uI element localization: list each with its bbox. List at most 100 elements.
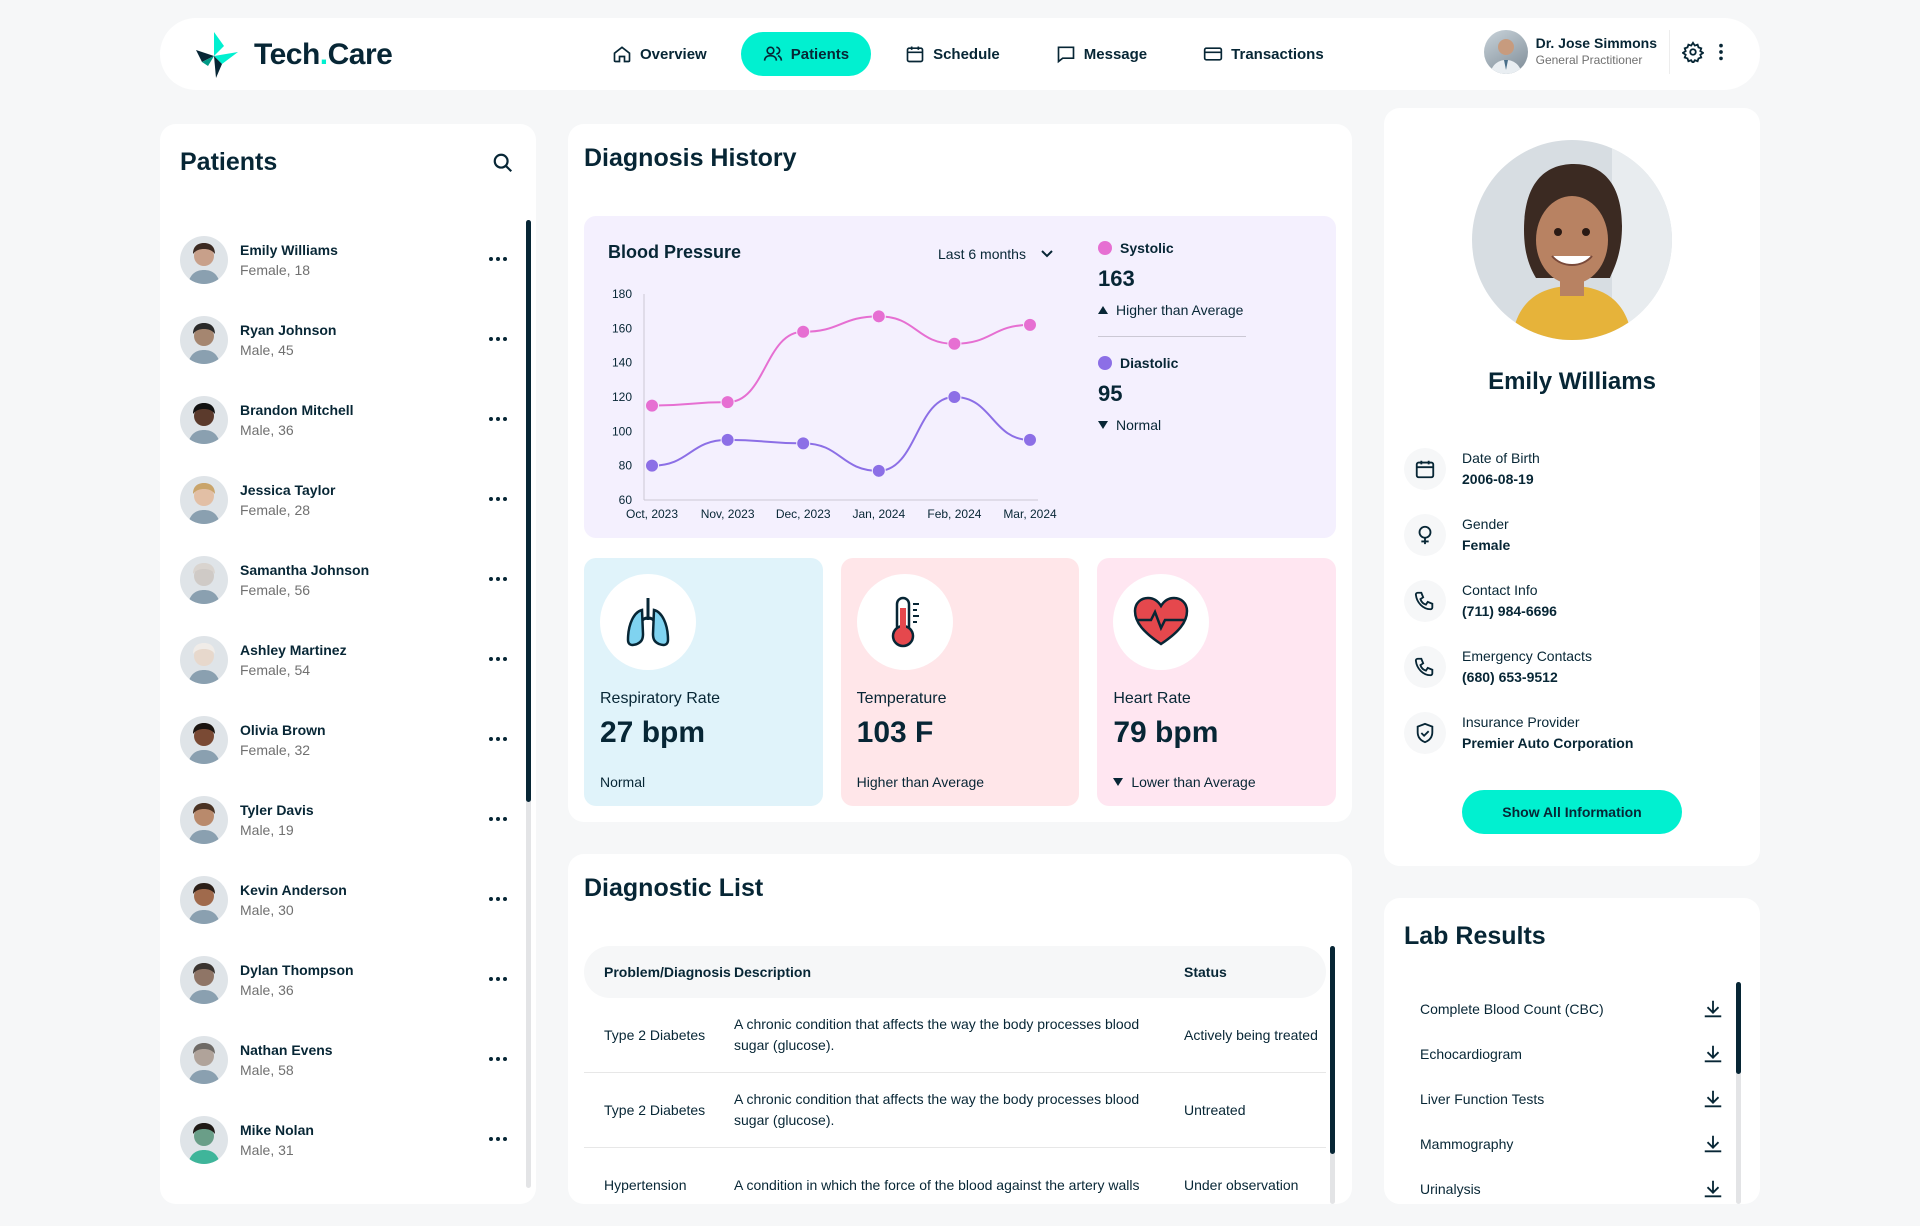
female-icon: [1418, 525, 1432, 545]
more-horizontal-icon[interactable]: [488, 409, 508, 429]
doctor-name: Dr. Jose Simmons: [1535, 35, 1657, 51]
data-point-systolic: [645, 398, 659, 413]
data-point-systolic: [720, 395, 735, 410]
lab-scrollbar[interactable]: [1736, 982, 1741, 1204]
nav-patients[interactable]: Patients: [740, 32, 872, 76]
cell-description: A condition in which the force of the bl…: [734, 1176, 1140, 1193]
download-icon[interactable]: [1702, 1088, 1724, 1110]
download-icon[interactable]: [1702, 1178, 1724, 1200]
patient-detail: Female, 56: [240, 582, 311, 598]
more-horizontal-icon[interactable]: [488, 489, 508, 509]
patients-scrollbar[interactable]: [526, 220, 531, 1188]
lab-results-list: Complete Blood Count (CBC) Echocardiogram…: [1404, 986, 1724, 1204]
diastolic-note: Normal: [1098, 417, 1246, 433]
vital-icon-circle: [856, 574, 953, 670]
series-line-diastolic: [651, 395, 1031, 472]
detail-value: (680) 653-9512: [1462, 669, 1558, 685]
patient-list-item[interactable]: Nathan Evens Male, 58: [160, 1020, 536, 1100]
doctor-avatar[interactable]: [1483, 30, 1528, 74]
table-row[interactable]: Type 2 Diabetes A chronic condition that…: [584, 1073, 1326, 1148]
y-tick-label: 160: [612, 321, 632, 335]
y-tick-label: 140: [612, 356, 632, 370]
cell-problem: Type 2 Diabetes: [604, 1027, 706, 1043]
patient-details: Date of Birth 2006-08-19 Gender Female Con…: [1404, 436, 1633, 766]
chart-legend: Systolic 163 Higher than Average Diastol…: [1098, 240, 1246, 433]
patient-list-item[interactable]: Brandon Mitchell Male, 36: [160, 380, 536, 460]
logo[interactable]: Tech.Care: [192, 30, 393, 80]
lab-result-item[interactable]: Mammography: [1404, 1121, 1724, 1166]
table-header: Problem/Diagnosis Description Status: [584, 946, 1326, 998]
patient-list: Emily Williams Female, 18 Ryan Johnson Male…: [160, 220, 536, 1180]
download-icon[interactable]: [1702, 1043, 1724, 1065]
divider: [1098, 336, 1246, 337]
patient-list-item[interactable]: Tyler Davis Male, 19: [160, 780, 536, 860]
blood-pressure-card: Blood Pressure Last 6 months 60 80 100 120 1…: [584, 216, 1336, 538]
more-horizontal-icon[interactable]: [488, 249, 508, 269]
more-horizontal-icon[interactable]: [488, 729, 508, 749]
patient-list-item[interactable]: Mike Nolan Male, 31: [160, 1100, 536, 1180]
patient-avatar: [180, 1036, 228, 1084]
divider: [1669, 30, 1670, 74]
scrollbar-thumb[interactable]: [1330, 946, 1335, 1154]
lab-result-item[interactable]: Liver Function Tests: [1404, 1076, 1724, 1121]
patient-list-item[interactable]: Emily Williams Female, 18: [160, 220, 536, 300]
download-icon[interactable]: [1702, 1133, 1724, 1155]
more-horizontal-icon[interactable]: [488, 649, 508, 669]
scrollbar-thumb[interactable]: [1736, 982, 1741, 1074]
patient-avatar: [180, 236, 228, 284]
patient-avatar: [180, 396, 228, 444]
more-horizontal-icon[interactable]: [488, 329, 508, 349]
more-horizontal-icon[interactable]: [488, 1049, 508, 1069]
nav-overview[interactable]: Overview: [590, 32, 729, 76]
cell-status: Untreated: [1184, 1101, 1246, 1118]
more-horizontal-icon[interactable]: [488, 569, 508, 589]
show-all-information-button[interactable]: Show All Information: [1462, 790, 1682, 834]
more-horizontal-icon[interactable]: [488, 1129, 508, 1149]
vital-icon-circle: [1113, 574, 1210, 670]
arrow-down-icon: [1113, 778, 1124, 786]
patient-list-item[interactable]: Olivia Brown Female, 32: [160, 700, 536, 780]
lab-result-item[interactable]: Urinalysis: [1404, 1166, 1724, 1204]
lab-result-item[interactable]: Complete Blood Count (CBC): [1404, 986, 1724, 1031]
patient-list-item[interactable]: Samantha Johnson Female, 56: [160, 540, 536, 620]
diagnostic-scrollbar[interactable]: [1330, 946, 1335, 1204]
systolic-legend: Systolic: [1098, 240, 1246, 256]
diastolic-note-text: Normal: [1116, 417, 1162, 433]
gear-icon[interactable]: [1682, 41, 1704, 63]
more-horizontal-icon[interactable]: [488, 969, 508, 989]
arrow-up-icon: [1098, 306, 1108, 314]
more-horizontal-icon[interactable]: [488, 809, 508, 829]
patient-list-item[interactable]: Dylan Thompson Male, 36: [160, 940, 536, 1020]
thermometer-icon: [891, 596, 919, 648]
lab-result-label: Complete Blood Count (CBC): [1420, 1000, 1604, 1017]
patient-avatar: [180, 1116, 228, 1164]
search-icon[interactable]: [492, 152, 514, 174]
patient-list-item[interactable]: Jessica Taylor Female, 28: [160, 460, 536, 540]
download-icon[interactable]: [1702, 998, 1724, 1020]
phone-icon: [1414, 591, 1434, 611]
patients-panel: Patients Emily Williams Female, 18 Ryan Jo…: [160, 124, 536, 1204]
detail-label: Date of Birth: [1462, 450, 1540, 466]
patient-avatar: [180, 876, 228, 924]
lab-result-item[interactable]: Echocardiogram: [1404, 1031, 1724, 1076]
x-tick-label: Oct, 2023: [626, 507, 678, 521]
top-navbar: Tech.Care Overview Patients Schedule Mes…: [160, 18, 1760, 90]
x-tick-label: Dec, 2023: [776, 507, 831, 521]
patient-list-item[interactable]: Ashley Martinez Female, 54: [160, 620, 536, 700]
more-vertical-icon[interactable]: [1710, 41, 1732, 63]
lab-results-title: Lab Results: [1404, 922, 1546, 950]
scrollbar-thumb[interactable]: [526, 220, 531, 802]
lungs-icon: [626, 598, 670, 647]
nav-transactions[interactable]: Transactions: [1181, 32, 1346, 76]
table-row[interactable]: Hypertension A condition in which the fo…: [584, 1148, 1326, 1204]
patient-list-item[interactable]: Kevin Anderson Male, 30: [160, 860, 536, 940]
nav-schedule[interactable]: Schedule: [883, 32, 1022, 76]
doctor-info: Dr. Jose Simmons General Practitioner: [1536, 35, 1657, 69]
more-horizontal-icon[interactable]: [488, 889, 508, 909]
chevron-down-icon: [1041, 250, 1053, 258]
table-row[interactable]: Type 2 Diabetes A chronic condition that…: [584, 998, 1326, 1073]
nav-message[interactable]: Message: [1034, 32, 1169, 76]
patient-list-item[interactable]: Ryan Johnson Male, 45: [160, 300, 536, 380]
range-select[interactable]: Last 6 months: [938, 246, 1054, 262]
detail-label: Gender: [1462, 516, 1509, 532]
